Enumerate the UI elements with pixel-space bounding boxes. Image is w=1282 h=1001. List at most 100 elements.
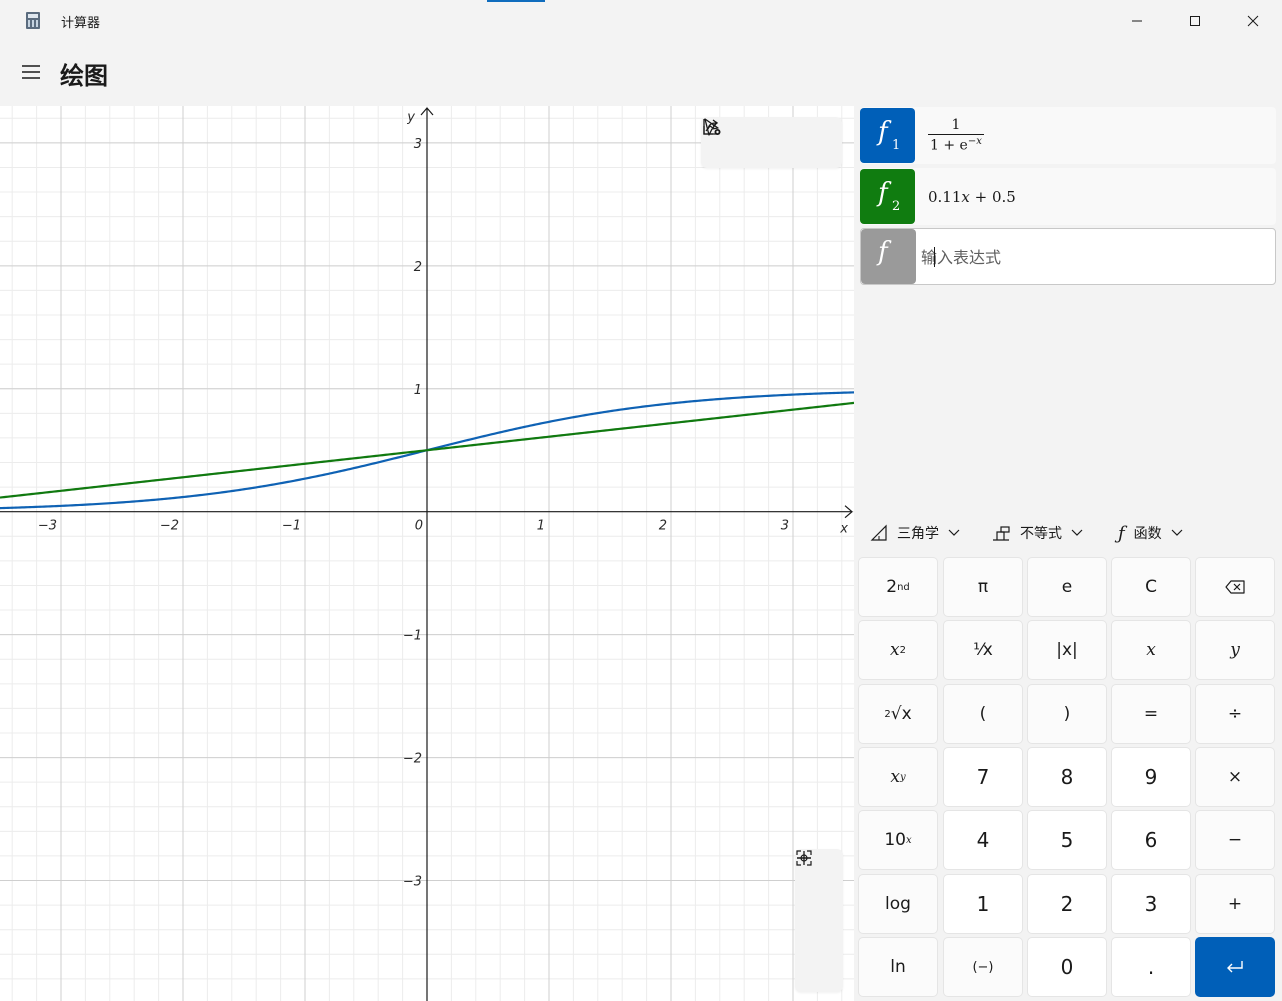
x-tick-label: −1 (282, 519, 301, 534)
minimize-icon (1132, 20, 1142, 22)
key-superscript: y (899, 771, 906, 783)
digit-3-button[interactable]: 3 (1111, 874, 1191, 934)
function-color-badge-2[interactable]: f 2 (860, 169, 915, 224)
key-label: 4 (976, 828, 990, 852)
log-button[interactable]: log (858, 874, 938, 934)
function-subscript: 1 (892, 138, 901, 153)
enter-icon (1227, 961, 1243, 973)
digit-6-button[interactable]: 6 (1111, 810, 1191, 870)
key-label: + (1227, 894, 1243, 914)
key-superscript: nd (897, 581, 910, 593)
key-label: (−) (972, 959, 994, 975)
digit-4-button[interactable]: 4 (943, 810, 1023, 870)
function-letter: f (878, 117, 888, 147)
root-button[interactable]: 2 √x (858, 684, 938, 744)
absolute-value-button[interactable]: |x| (1027, 620, 1107, 680)
clear-button[interactable]: C (1111, 557, 1191, 617)
key-label: log (885, 894, 911, 914)
calculator-app-icon (26, 12, 40, 29)
function-row-new[interactable]: f (860, 228, 1276, 285)
power-button[interactable]: xy (858, 747, 938, 807)
negate-button[interactable]: (−) (943, 937, 1023, 997)
enter-button[interactable] (1195, 937, 1275, 997)
reciprocal-button[interactable]: ⅟x (943, 620, 1023, 680)
y-tick-label: −2 (403, 752, 422, 767)
key-superscript: x (906, 834, 912, 846)
subtract-button[interactable]: − (1195, 810, 1275, 870)
add-button[interactable]: + (1195, 874, 1275, 934)
variable-y-button[interactable]: y (1195, 620, 1275, 680)
function-color-badge-1[interactable]: f 1 (860, 108, 915, 163)
fraction-denominator: 1 + e (930, 137, 968, 154)
function-row-1[interactable]: f 1 1 1 + e−x (860, 107, 1276, 164)
key-label: 9 (1144, 765, 1158, 789)
function-expression-2: 0.11 x + 0.5 (928, 168, 1016, 225)
expression-variable: x (961, 187, 970, 206)
function-subscript: 2 (892, 199, 901, 214)
key-label: 1 (976, 892, 990, 916)
variable-x-button[interactable]: x (1111, 620, 1191, 680)
ten-power-button[interactable]: 10 x (858, 810, 938, 870)
backspace-button[interactable] (1195, 557, 1275, 617)
function-icon: ƒ (1118, 522, 1125, 544)
y-tick-label: 1 (414, 383, 422, 398)
hamburger-icon (22, 65, 40, 79)
zoom-out-button[interactable] (797, 857, 839, 941)
second-function-button[interactable]: 2nd (858, 557, 938, 617)
digit-5-button[interactable]: 5 (1027, 810, 1107, 870)
decimal-point-button[interactable]: . (1111, 937, 1191, 997)
maximize-button[interactable] (1166, 0, 1224, 42)
share-button[interactable] (703, 119, 790, 161)
title-accent-strip (487, 0, 545, 2)
x-tick-label: −3 (38, 519, 57, 534)
key-label: e (1061, 577, 1073, 597)
chevron-down-icon (1171, 529, 1183, 536)
inequality-icon (993, 526, 1010, 541)
close-paren-button[interactable]: ) (1027, 684, 1107, 744)
multiply-button[interactable]: × (1195, 747, 1275, 807)
expression-coefficient: 0.11 (928, 187, 962, 206)
graph-canvas[interactable]: −3 −2 −1 0 1 2 3 3 2 1 −1 −2 −3 x y (0, 106, 854, 1001)
digit-8-button[interactable]: 8 (1027, 747, 1107, 807)
expression-input[interactable] (921, 243, 1261, 271)
equals-button[interactable]: = (1111, 684, 1191, 744)
minimize-button[interactable] (1108, 0, 1166, 42)
navigation-menu-button[interactable] (19, 60, 43, 84)
digit-1-button[interactable]: 1 (943, 874, 1023, 934)
keypad-category-row: 三角学 不等式 ƒ 函数 (854, 516, 1282, 548)
graph-options-button[interactable] (703, 119, 833, 161)
digit-0-button[interactable]: 0 (1027, 937, 1107, 997)
pi-button[interactable]: π (943, 557, 1023, 617)
expression-constant: + 0.5 (969, 187, 1016, 206)
function-dropdown[interactable]: ƒ 函数 (1118, 520, 1183, 546)
key-label: 6 (1144, 828, 1158, 852)
key-label: = (1143, 704, 1159, 724)
divide-button[interactable]: ÷ (1195, 684, 1275, 744)
dropdown-label: 不等式 (1020, 526, 1062, 542)
function-row-2[interactable]: f 2 0.11 x + 0.5 (860, 168, 1276, 225)
chevron-down-icon (948, 529, 960, 536)
key-label: x (1146, 640, 1156, 660)
function-color-badge-new[interactable]: f (861, 229, 916, 284)
open-paren-button[interactable]: ( (943, 684, 1023, 744)
key-label: . (1147, 955, 1155, 979)
square-button[interactable]: x2 (858, 620, 938, 680)
inequality-dropdown[interactable]: 不等式 (991, 520, 1083, 546)
close-button[interactable] (1224, 0, 1282, 42)
euler-button[interactable]: e (1027, 557, 1107, 617)
digit-7-button[interactable]: 7 (943, 747, 1023, 807)
key-label: ( (979, 704, 987, 724)
ln-button[interactable]: ln (858, 937, 938, 997)
key-label: × (1227, 767, 1243, 787)
dropdown-label: 三角学 (897, 526, 939, 542)
digit-2-button[interactable]: 2 (1027, 874, 1107, 934)
function-panel: f 1 1 1 + e−x f 2 0.11 x + 0.5 f 输入表达式 三… (854, 106, 1282, 1001)
function-letter: f (878, 178, 888, 208)
trigonometry-dropdown[interactable]: 三角学 (870, 520, 960, 546)
key-label: 7 (976, 765, 990, 789)
x-tick-label: 3 (781, 519, 789, 534)
reset-view-button[interactable] (796, 850, 839, 986)
digit-9-button[interactable]: 9 (1111, 747, 1191, 807)
backspace-icon (1225, 580, 1245, 594)
key-label: 2 (886, 577, 898, 597)
